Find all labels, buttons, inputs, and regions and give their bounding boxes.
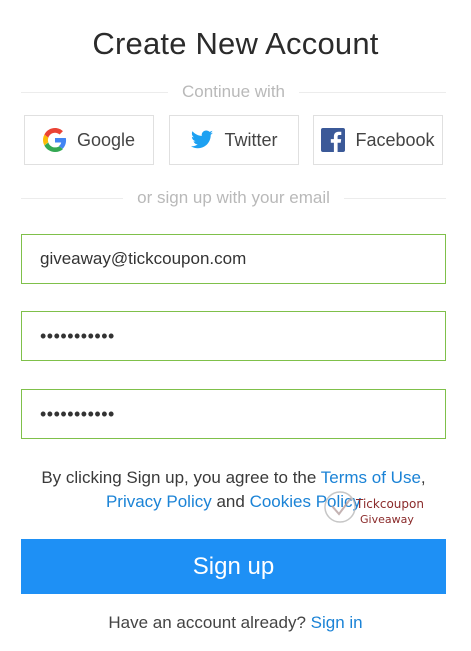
continue-with-label: Continue with (182, 82, 286, 101)
divider-line-left (21, 197, 124, 199)
twitter-label: Twitter (224, 129, 278, 150)
password-field[interactable]: ••••••••••• (21, 311, 446, 361)
email-field[interactable]: giveaway@tickcoupon.com (21, 234, 446, 284)
twitter-icon (190, 128, 214, 152)
facebook-icon (321, 128, 346, 152)
confirm-password-value: ••••••••••• (40, 403, 115, 424)
or-email-label: or sign up with your email (137, 188, 330, 207)
email-value: giveaway@tickcoupon.com (40, 249, 247, 268)
google-button[interactable]: Google (24, 115, 154, 165)
password-value: ••••••••••• (40, 325, 115, 346)
have-account-text: Have an account already? (108, 613, 311, 632)
watermark-line2: Giveaway (360, 513, 414, 526)
sign-in-link[interactable]: Sign in (311, 613, 363, 632)
terms-and: and (211, 492, 250, 511)
twitter-button[interactable]: Twitter (169, 115, 299, 165)
divider-line-right (343, 197, 447, 199)
sign-up-button[interactable]: Sign up (21, 539, 446, 594)
facebook-button[interactable]: Facebook (313, 115, 443, 165)
terms-prefix: By clicking Sign up, you agree to the (41, 468, 321, 487)
terms-comma: , (420, 468, 426, 487)
continue-with-divider: Continue with (21, 80, 447, 104)
page-title: Create New Account (92, 26, 379, 61)
google-icon (42, 128, 67, 152)
watermark-icon (324, 491, 356, 523)
watermark-logo: Tickcoupon Giveaway (318, 487, 430, 527)
divider-line-left (21, 91, 168, 93)
google-label: Google (76, 129, 136, 150)
privacy-policy-link[interactable]: Privacy Policy (106, 492, 212, 511)
watermark-line1: Tickcoupon (356, 497, 424, 511)
terms-of-use-link[interactable]: Terms of Use (321, 468, 421, 487)
sign-in-prompt: Have an account already? Sign in (0, 613, 471, 633)
facebook-label: Facebook (355, 129, 435, 150)
divider-line-right (299, 91, 447, 93)
confirm-password-field[interactable]: ••••••••••• (21, 389, 446, 439)
email-divider: or sign up with your email (21, 186, 447, 210)
